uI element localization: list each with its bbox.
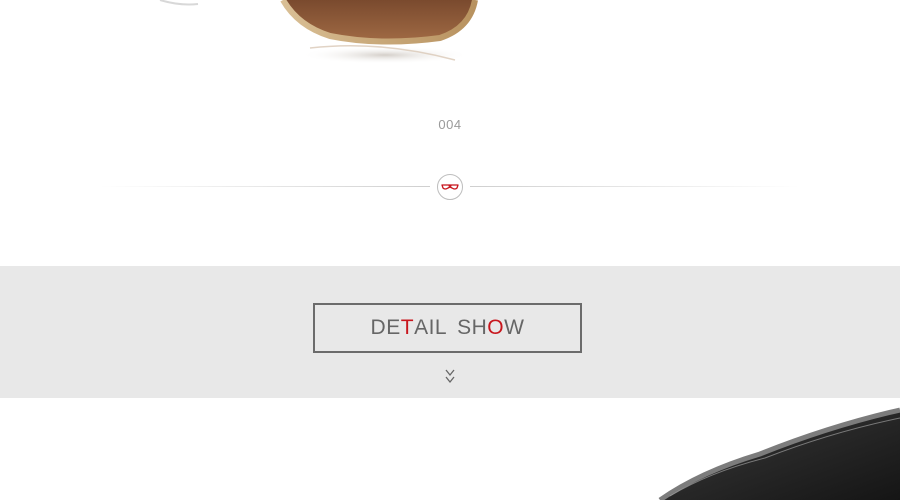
glasses-icon — [437, 174, 463, 200]
title-part: SH — [457, 316, 488, 339]
title-part: AIL — [414, 316, 448, 339]
title-accent-letter: T — [400, 316, 415, 339]
product-code: 004 — [438, 117, 462, 132]
top-sunglasses-image — [159, 0, 478, 64]
double-chevron-down-icon — [445, 369, 455, 384]
divider-line-left — [100, 186, 430, 187]
title-part: DE — [370, 316, 401, 339]
section-divider — [100, 172, 800, 202]
title-part: W — [504, 316, 525, 339]
detail-show-band: DE T AIL SH O W — [0, 266, 900, 398]
bottom-sunglasses-image — [658, 407, 900, 500]
divider-line-right — [470, 186, 800, 187]
detail-show-heading: DE T AIL SH O W — [313, 303, 582, 353]
title-accent-letter: O — [487, 316, 505, 339]
